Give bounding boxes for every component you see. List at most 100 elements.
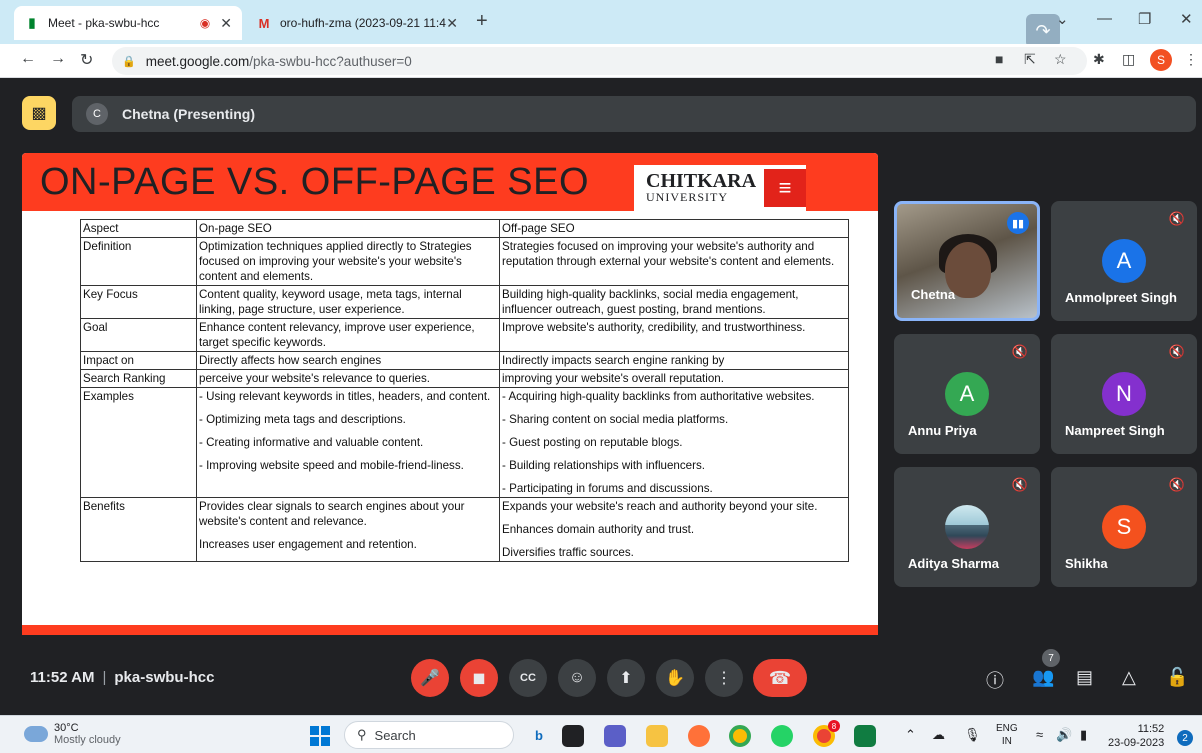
menu-kebab-icon[interactable]: ⋮ <box>1184 51 1198 68</box>
bookmark-star-icon[interactable]: ☆ <box>1054 51 1067 68</box>
presenting-bar: C Chetna (Presenting) <box>72 96 1196 132</box>
new-tab-button[interactable]: + <box>476 10 488 33</box>
cell-line: - Building relationships with influencer… <box>502 459 705 472</box>
activities-icon[interactable]: △ <box>1122 667 1136 688</box>
lang-top: ENG <box>996 723 1018 734</box>
task-view-icon[interactable] <box>562 725 584 747</box>
slide-footer <box>22 625 878 635</box>
off-page-cell: Strategies focused on improving your web… <box>499 237 849 286</box>
cell-line: Content quality, keyword usage, meta tag… <box>199 288 462 316</box>
participant-tile-chetna[interactable]: ▮▮ Chetna <box>894 201 1040 321</box>
shared-slide: ON-PAGE VS. OFF-PAGE SEO CHITKARA UNIVER… <box>22 153 878 635</box>
windows-taskbar: 30°C Mostly cloudy ⚲ Search b 8 ⌃ ☁ 🎙 EN… <box>0 715 1202 753</box>
language-indicator[interactable]: ENG IN <box>996 722 1018 748</box>
tab-search-icon[interactable]: ⌄ <box>1056 10 1069 28</box>
restore-button[interactable]: ❐ <box>1138 10 1151 28</box>
notification-badge[interactable]: 2 <box>1177 730 1193 746</box>
participant-name: Chetna <box>911 287 956 302</box>
aspect-cell: Benefits <box>80 497 197 562</box>
wifi-icon[interactable]: ≈ <box>1036 727 1043 742</box>
close-tab-icon[interactable]: ✕ <box>220 15 232 32</box>
participant-tile-annu[interactable]: 🔇 A Annu Priya <box>894 334 1040 454</box>
on-page-cell: Optimization techniques applied directly… <box>196 237 500 286</box>
presentation-icon[interactable]: ▩ <box>22 96 56 130</box>
share-icon[interactable]: ⇱ <box>1024 51 1036 68</box>
off-page-cell: Improve website's authority, credibility… <box>499 318 849 352</box>
taskbar-search[interactable]: ⚲ Search b <box>344 721 543 749</box>
camera-in-use-icon[interactable]: ■ <box>995 51 1003 67</box>
datetime[interactable]: 11:52 23-09-2023 <box>1108 722 1164 750</box>
battery-icon[interactable]: ▮ <box>1080 727 1087 743</box>
close-window-button[interactable]: ✕ <box>1180 10 1193 28</box>
on-page-cell: Enhance content relevancy, improve user … <box>196 318 500 352</box>
participant-tile-anmolpreet[interactable]: 🔇 A Anmolpreet Singh <box>1051 201 1197 321</box>
on-page-cell: Provides clear signals to search engines… <box>196 497 500 562</box>
presenter-avatar: C <box>86 103 108 125</box>
cell-line: - Improving website speed and mobile-fri… <box>199 459 464 472</box>
mic-toggle-button[interactable]: 🎤 <box>411 659 449 697</box>
url-path: /pka-swbu-hcc?authuser=0 <box>249 53 412 69</box>
extension-floating-icon[interactable]: ↷ <box>1026 14 1060 48</box>
host-controls-icon[interactable]: 🔓 <box>1166 667 1188 688</box>
cell-line: - Creating informative and valuable cont… <box>199 436 424 449</box>
off-page-cell: Expands your website's reach and authori… <box>499 497 849 562</box>
recording-indicator-icon: ◉ <box>199 16 211 30</box>
presenter-label: Chetna (Presenting) <box>122 106 256 122</box>
captions-button[interactable]: CC <box>509 659 547 697</box>
participant-tile-shikha[interactable]: 🔇 S Shikha <box>1051 467 1197 587</box>
raise-hand-button[interactable]: ✋ <box>656 659 694 697</box>
weather-widget[interactable]: 30°C Mostly cloudy <box>24 722 121 746</box>
tab-meet[interactable]: ▮ Meet - pka-swbu-hcc ◉ ✕ <box>14 6 242 40</box>
table-row: Definition Optimization techniques applie… <box>80 237 849 286</box>
profile-avatar[interactable]: S <box>1150 49 1172 71</box>
teams-chat-icon[interactable] <box>604 725 626 747</box>
aspect-cell: Definition <box>80 237 197 286</box>
tab-gmail[interactable]: M oro-hufh-zma (2023-09-21 11:4 ✕ <box>246 6 468 40</box>
back-icon[interactable]: ← <box>20 50 36 68</box>
browser-tabstrip: ▮ Meet - pka-swbu-hcc ◉ ✕ M oro-hufh-zma… <box>0 0 1202 48</box>
volume-icon[interactable]: 🔊 <box>1056 727 1072 743</box>
more-options-button[interactable]: ⋮ <box>705 659 743 697</box>
mic-icon[interactable]: 🎙 <box>964 727 981 743</box>
participant-tile-aditya[interactable]: 🔇 Aditya Sharma <box>894 467 1040 587</box>
chevron-up-icon[interactable]: ⌃ <box>905 727 916 743</box>
leave-call-button[interactable]: ☎ <box>753 659 807 697</box>
cell-line: - Sharing content on social media platfo… <box>502 413 729 426</box>
firefox-icon[interactable] <box>688 725 710 747</box>
aspect-cell: Examples <box>80 387 197 498</box>
lang-bottom: IN <box>1001 736 1012 747</box>
present-button[interactable]: ⬆ <box>607 659 645 697</box>
tab-title: oro-hufh-zma (2023-09-21 11:4 <box>280 16 446 30</box>
gmail-icon: M <box>258 15 270 31</box>
on-page-cell: - Using relevant keywords in titles, hea… <box>196 387 500 498</box>
participant-tile-nampreet[interactable]: 🔇 N Nampreet Singh <box>1051 334 1197 454</box>
table-row: Key Focus Content quality, keyword usage,… <box>80 285 849 319</box>
onedrive-icon[interactable]: ☁ <box>932 727 945 743</box>
avatar: N <box>1102 372 1146 416</box>
mic-off-icon: 🔇 <box>1168 477 1185 492</box>
excel-icon[interactable] <box>854 725 876 747</box>
cell-line: Diversifies traffic sources. <box>502 546 634 559</box>
file-explorer-icon[interactable] <box>646 725 668 747</box>
reactions-button[interactable]: ☺ <box>558 659 596 697</box>
meet-stage: ▩ C Chetna (Presenting) ON-PAGE VS. OFF-… <box>0 79 1202 715</box>
camera-toggle-button[interactable]: ◼ <box>460 659 498 697</box>
off-page-cell: - Acquiring high-quality backlinks from … <box>499 387 849 498</box>
chrome-icon[interactable] <box>729 725 751 747</box>
bing-icon[interactable]: b <box>535 728 543 743</box>
minimize-button[interactable]: — <box>1097 10 1112 27</box>
close-tab-icon[interactable]: ✕ <box>446 15 458 32</box>
meeting-details-icon[interactable]: ⓘ <box>986 667 1004 693</box>
whatsapp-icon[interactable] <box>771 725 793 747</box>
table-row: Impact on Directly affects how search eng… <box>80 351 849 370</box>
start-button[interactable] <box>310 726 330 746</box>
off-page-cell: Building high-quality backlinks, social … <box>499 285 849 319</box>
forward-icon[interactable]: → <box>50 50 66 68</box>
address-bar[interactable]: 🔒 meet.google.com/pka-swbu-hcc?authuser=… <box>112 47 1087 75</box>
people-icon[interactable]: 👥 <box>1032 667 1054 688</box>
chat-icon[interactable]: ▤ <box>1076 667 1093 688</box>
side-panel-icon[interactable]: ◫ <box>1122 51 1135 68</box>
extensions-icon[interactable]: ✱ <box>1093 51 1105 68</box>
reload-icon[interactable]: ↻ <box>80 50 93 70</box>
table-header-cell: Aspect <box>80 219 197 238</box>
